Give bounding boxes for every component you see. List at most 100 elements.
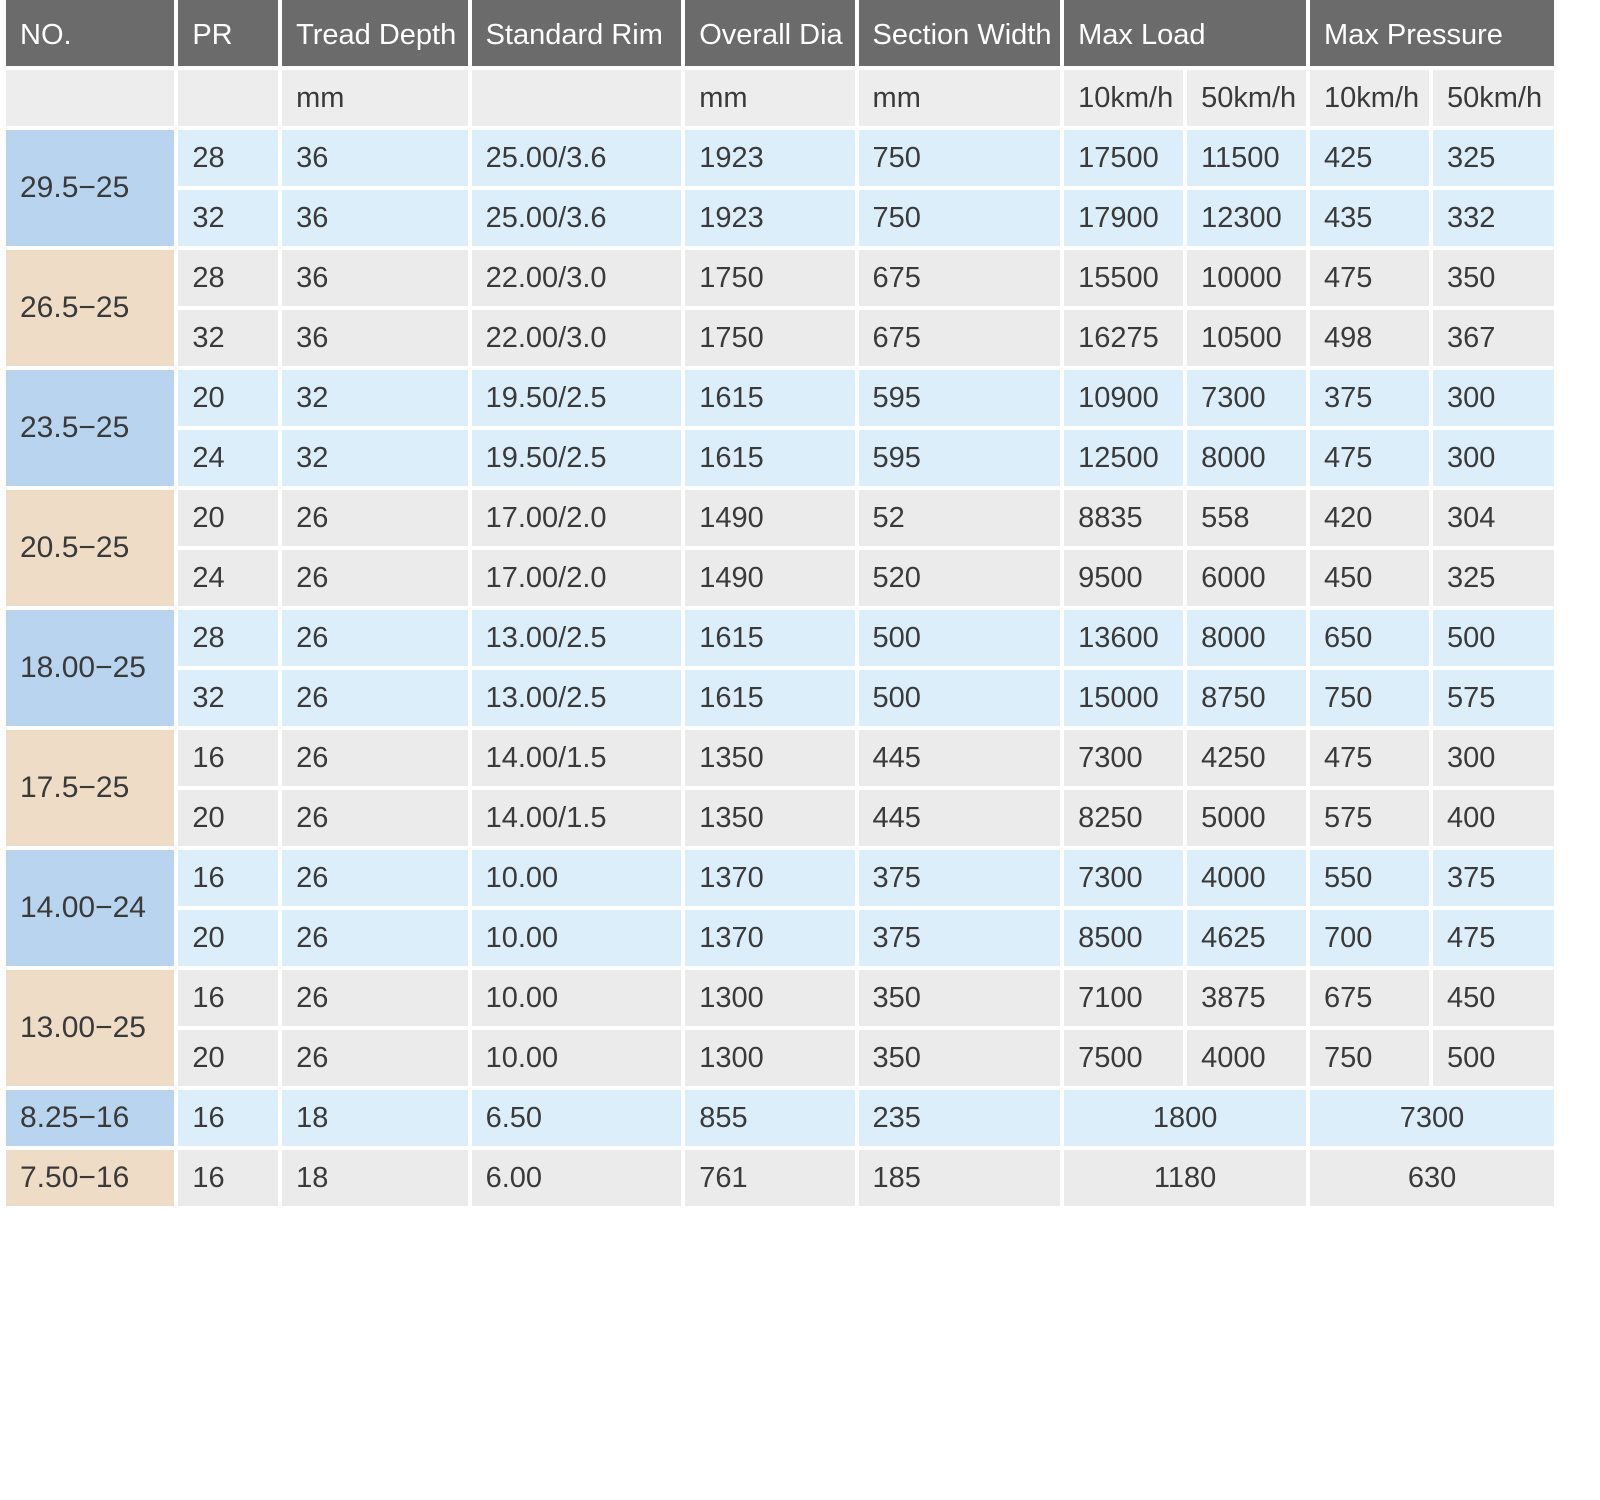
overall-dia-cell: 1615 (685, 430, 855, 486)
overall-dia-cell: 1490 (685, 550, 855, 606)
max-pressure-50-cell: 300 (1432, 370, 1554, 426)
units-row: mm mm mm 10km/h 50km/h 10km/h 50km/h (6, 70, 1554, 126)
tire-size-cell: 29.5−25 (6, 130, 175, 246)
tire-size-cell: 7.50−16 (6, 1150, 175, 1206)
pr-cell: 16 (178, 1150, 279, 1206)
standard-rim-cell: 10.00 (471, 970, 682, 1026)
max-pressure-10-cell: 435 (1310, 190, 1429, 246)
header-max-pressure: Max Pressure (1310, 0, 1554, 66)
max-pressure-50-cell: 367 (1432, 310, 1554, 366)
table-row: 17.5−25 16 26 14.00/1.5 1350 445 7300 4250 475 30… (6, 730, 1554, 846)
pr-cell: 16 (178, 850, 279, 906)
max-pressure-50-cell: 575 (1432, 670, 1554, 726)
table-row: 23.5−25 20 32 19.50/2.5 1615 595 10900 7300 375 3… (6, 370, 1554, 486)
max-load-50-cell: 4250 (1187, 730, 1307, 786)
max-pressure-10-cell: 550 (1310, 850, 1429, 906)
tread-depth-cell: 26 (282, 1030, 468, 1086)
overall-dia-cell: 1750 (685, 310, 855, 366)
max-load-10-cell: 16275 (1064, 310, 1184, 366)
max-load-50-cell: 4625 (1187, 910, 1307, 966)
overall-dia-cell: 1615 (685, 610, 855, 666)
header-section-width: Section Width (858, 0, 1061, 66)
standard-rim-cell: 14.00/1.5 (471, 730, 682, 786)
overall-dia-cell: 1370 (685, 910, 855, 966)
section-width-cell: 375 (858, 910, 1061, 966)
overall-dia-cell: 1923 (685, 130, 855, 186)
overall-dia-cell: 1300 (685, 1030, 855, 1086)
section-width-cell: 675 (858, 250, 1061, 306)
tread-depth-cell: 18 (282, 1090, 468, 1146)
max-load-50-cell: 7300 (1187, 370, 1307, 426)
max-pressure-10-cell: 700 (1310, 910, 1429, 966)
unit-standard-rim (471, 70, 682, 126)
pr-cell: 28 (178, 130, 279, 186)
standard-rim-cell: 6.50 (471, 1090, 682, 1146)
overall-dia-cell: 761 (685, 1150, 855, 1206)
max-pressure-50-cell: 332 (1432, 190, 1554, 246)
max-load-cell: 1800 (1064, 1090, 1307, 1146)
pr-cell: 20 (178, 1030, 279, 1086)
standard-rim-cell: 13.00/2.5 (471, 670, 682, 726)
tire-size-cell: 13.00−25 (6, 970, 175, 1086)
header-tread-depth: Tread Depth (282, 0, 468, 66)
tread-depth-cell: 32 (282, 370, 468, 426)
max-load-cell: 1180 (1064, 1150, 1307, 1206)
header-row: NO. PR Tread Depth Standard Rim Overall … (6, 0, 1554, 66)
section-width-cell: 675 (858, 310, 1061, 366)
max-pressure-10-cell: 425 (1310, 130, 1429, 186)
overall-dia-cell: 1370 (685, 850, 855, 906)
overall-dia-cell: 1350 (685, 730, 855, 786)
tread-depth-cell: 26 (282, 970, 468, 1026)
section-width-cell: 445 (858, 790, 1061, 846)
overall-dia-cell: 1923 (685, 190, 855, 246)
tire-size-cell: 8.25−16 (6, 1090, 175, 1146)
pr-cell: 20 (178, 370, 279, 426)
max-pressure-10-cell: 475 (1310, 250, 1429, 306)
max-pressure-50-cell: 450 (1432, 970, 1554, 1026)
section-width-cell: 350 (858, 1030, 1061, 1086)
section-width-cell: 500 (858, 610, 1061, 666)
max-pressure-10-cell: 475 (1310, 730, 1429, 786)
max-load-50-cell: 5000 (1187, 790, 1307, 846)
standard-rim-cell: 10.00 (471, 850, 682, 906)
max-load-50-cell: 558 (1187, 490, 1307, 546)
table-row: 13.00−25 16 26 10.00 1300 350 7100 3875 675 450 (6, 970, 1554, 1086)
table-row: 18.00−25 28 26 13.00/2.5 1615 500 13600 8000 650… (6, 610, 1554, 726)
max-load-10-cell: 8500 (1064, 910, 1184, 966)
max-load-50-cell: 8000 (1187, 610, 1307, 666)
max-load-10-cell: 8835 (1064, 490, 1184, 546)
max-load-10-cell: 12500 (1064, 430, 1184, 486)
standard-rim-cell: 25.00/3.6 (471, 130, 682, 186)
tread-depth-cell: 26 (282, 910, 468, 966)
unit-overall-dia: mm (685, 70, 855, 126)
max-pressure-10-cell: 650 (1310, 610, 1429, 666)
tread-depth-cell: 36 (282, 310, 468, 366)
section-width-cell: 350 (858, 970, 1061, 1026)
pr-cell: 28 (178, 250, 279, 306)
overall-dia-cell: 1300 (685, 970, 855, 1026)
table-row: 26.5−25 28 36 22.00/3.0 1750 675 15500 10000 475… (6, 250, 1554, 366)
standard-rim-cell: 17.00/2.0 (471, 550, 682, 606)
standard-rim-cell: 17.00/2.0 (471, 490, 682, 546)
pr-cell: 24 (178, 550, 279, 606)
section-width-cell: 595 (858, 370, 1061, 426)
table-row: 7.50−16 16 18 6.00 761 185 1180 630 (6, 1150, 1554, 1206)
overall-dia-cell: 1490 (685, 490, 855, 546)
unit-pr (178, 70, 279, 126)
table-row: 14.00−24 16 26 10.00 1370 375 7300 4000 550 375 (6, 850, 1554, 966)
max-load-10-cell: 13600 (1064, 610, 1184, 666)
standard-rim-cell: 13.00/2.5 (471, 610, 682, 666)
max-load-10-cell: 7500 (1064, 1030, 1184, 1086)
unit-pressure-50: 50km/h (1432, 70, 1554, 126)
pr-cell: 16 (178, 1090, 279, 1146)
pr-cell: 20 (178, 910, 279, 966)
max-pressure-50-cell: 400 (1432, 790, 1554, 846)
standard-rim-cell: 10.00 (471, 910, 682, 966)
standard-rim-cell: 19.50/2.5 (471, 370, 682, 426)
overall-dia-cell: 1750 (685, 250, 855, 306)
max-pressure-10-cell: 575 (1310, 790, 1429, 846)
unit-load-10: 10km/h (1064, 70, 1184, 126)
max-load-10-cell: 8250 (1064, 790, 1184, 846)
tread-depth-cell: 36 (282, 190, 468, 246)
spec-body: 29.5−25 28 36 25.00/3.6 1923 750 17500 11500 425… (6, 130, 1554, 1206)
